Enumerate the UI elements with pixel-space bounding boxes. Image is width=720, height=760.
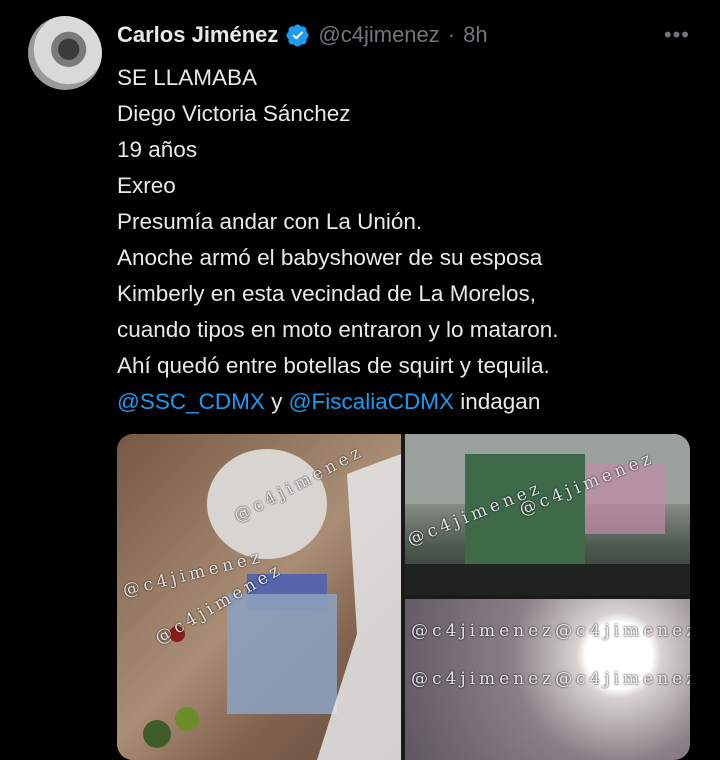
verified-badge-icon <box>286 24 309 47</box>
avatar[interactable] <box>28 16 102 90</box>
watermark-text: @c4jimenez <box>555 669 690 689</box>
connector-text: y <box>264 389 289 414</box>
tweet-header: Carlos Jiménez @c4jimenez · 8h <box>117 18 488 52</box>
watermark-text: @c4jimenez <box>411 621 556 641</box>
tweet-line: Diego Victoria Sánchez <box>117 101 351 126</box>
media-grid: @c4jimenez @c4jimenez @c4jimenez @c4jime… <box>117 434 690 760</box>
tweet-line: Presumía andar con La Unión. <box>117 209 423 234</box>
media-image-lights[interactable]: @c4jimenez @c4jimenez @c4jimenez @c4jime… <box>405 599 690 760</box>
media-image-street[interactable]: @c4jimenez @c4jimenez <box>405 434 690 595</box>
tweet-text: SE LLAMABA Diego Victoria Sánchez 19 año… <box>117 60 702 420</box>
separator-dot: · <box>447 22 456 47</box>
watermark-text: @c4jimenez <box>411 669 556 689</box>
tweet-line: SE LLAMABA <box>117 65 258 90</box>
tweet-line: 19 años <box>117 137 198 162</box>
author-name[interactable]: Carlos Jiménez <box>117 22 278 48</box>
author-handle[interactable]: @c4jimenez <box>318 22 439 48</box>
tweet-line: Kimberly en esta vecindad de La Morelos, <box>117 281 536 306</box>
mention-link[interactable]: @SSC_CDMX <box>117 389 265 414</box>
mention-link[interactable]: @FiscaliaCDMX <box>289 389 454 414</box>
watermark-text: @c4jimenez <box>555 621 690 641</box>
tweet-line: Exreo <box>117 173 176 198</box>
tweet-line: cuando tipos en moto entraron y lo matar… <box>117 317 559 342</box>
trailing-text: indagan <box>454 389 541 414</box>
scene-illustration <box>117 434 401 760</box>
tweet-line-mentions: @SSC_CDMX y @FiscaliaCDMX indagan <box>117 384 702 420</box>
tweet-line: Anoche armó el babyshower de su esposa <box>117 245 543 270</box>
post-time[interactable]: 8h <box>463 22 487 48</box>
media-image-scene[interactable]: @c4jimenez @c4jimenez @c4jimenez <box>117 434 401 760</box>
tweet-line: Ahí quedó entre botellas de squirt y teq… <box>117 353 550 378</box>
more-dots-icon[interactable]: ••• <box>664 22 690 48</box>
